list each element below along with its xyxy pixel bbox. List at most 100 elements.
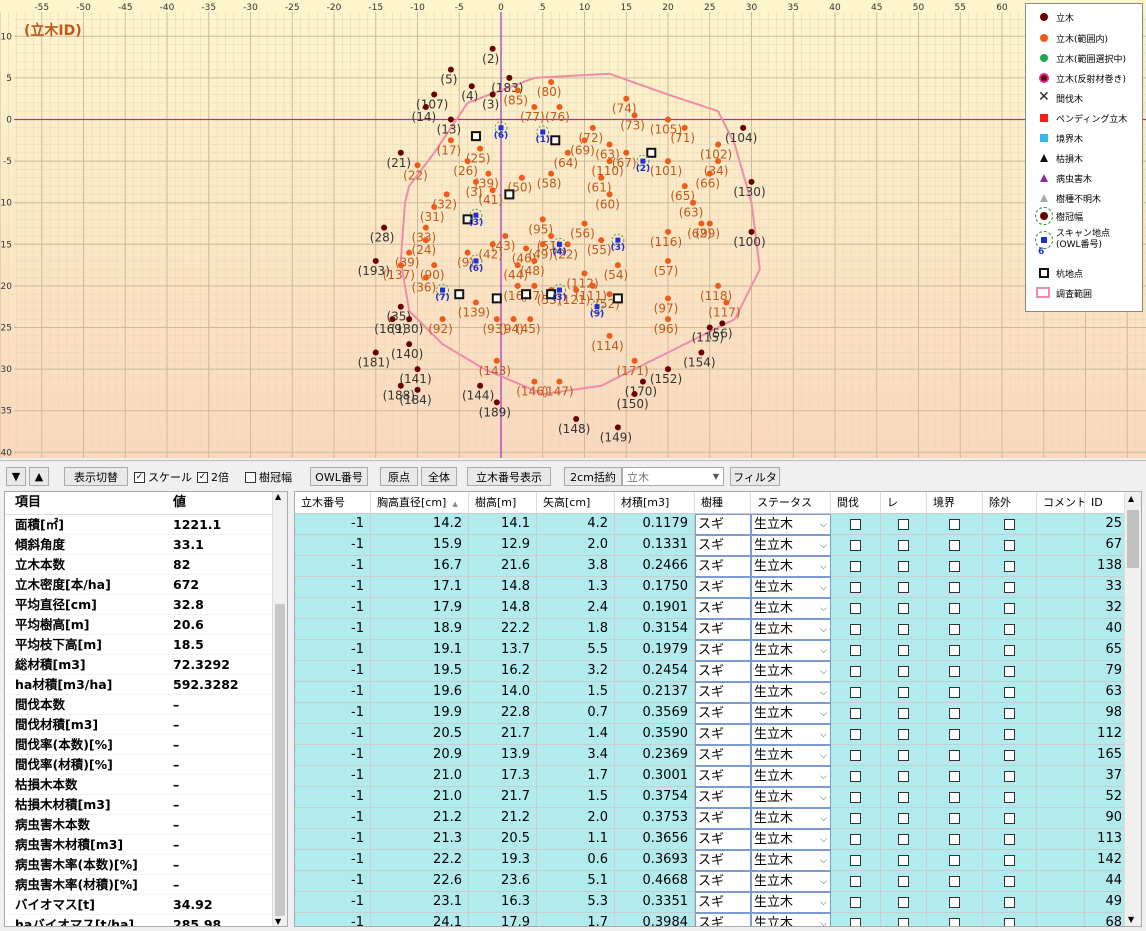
grid-column-header[interactable]: 樹高[m]: [469, 492, 537, 513]
species-select[interactable]: スギ: [695, 745, 751, 766]
scroll-up-button[interactable]: ▲: [29, 467, 49, 486]
boundary-checkbox[interactable]: [927, 850, 983, 871]
status-select[interactable]: 生立木 ⌵: [751, 913, 831, 926]
exclude-checkbox[interactable]: [983, 850, 1037, 871]
checkbox-icon[interactable]: [949, 896, 960, 908]
exclude-checkbox[interactable]: [983, 703, 1037, 724]
species-select[interactable]: スギ: [695, 871, 751, 892]
table-row[interactable]: -1 22.2 19.3 0.6 0.3693 スギ 生立木 ⌵ 142: [295, 850, 1127, 871]
tree-number-cell[interactable]: -1: [295, 619, 371, 640]
boundary-checkbox[interactable]: [927, 808, 983, 829]
boundary-checkbox[interactable]: [927, 577, 983, 598]
checkbox-icon[interactable]: [898, 833, 909, 845]
thinning-checkbox[interactable]: [831, 808, 881, 829]
boundary-checkbox[interactable]: [927, 892, 983, 913]
dbh-cell[interactable]: 16.7: [371, 556, 469, 577]
boundary-checkbox[interactable]: [927, 787, 983, 808]
checkbox-icon[interactable]: [898, 917, 909, 926]
volume-cell[interactable]: 0.3001: [615, 766, 695, 787]
checkbox-icon[interactable]: [949, 854, 960, 866]
boundary-checkbox[interactable]: [927, 598, 983, 619]
comment-cell[interactable]: [1037, 619, 1085, 640]
chevron-down-icon[interactable]: ⌵: [820, 536, 827, 555]
tree-type-dropdown[interactable]: 立木 ▼: [622, 467, 724, 486]
check-checkbox[interactable]: [881, 703, 927, 724]
thinning-checkbox[interactable]: [831, 913, 881, 926]
tree-number-cell[interactable]: -1: [295, 514, 371, 535]
status-select[interactable]: 生立木 ⌵: [751, 766, 831, 787]
bulk-2cm-button[interactable]: 2cm括約: [564, 467, 622, 486]
grid-column-header[interactable]: コメント: [1037, 492, 1085, 513]
bow-cell[interactable]: 1.3: [537, 577, 615, 598]
species-select[interactable]: スギ: [695, 640, 751, 661]
checkbox-icon[interactable]: [949, 875, 960, 887]
volume-cell[interactable]: 0.3984: [615, 913, 695, 926]
tree-number-cell[interactable]: -1: [295, 829, 371, 850]
dbh-cell[interactable]: 23.1: [371, 892, 469, 913]
thinning-checkbox[interactable]: [831, 577, 881, 598]
bow-cell[interactable]: 2.0: [537, 535, 615, 556]
checkbox-icon[interactable]: [898, 875, 909, 887]
dbh-cell[interactable]: 22.6: [371, 871, 469, 892]
table-row[interactable]: -1 19.9 22.8 0.7 0.3569 スギ 生立木 ⌵ 98: [295, 703, 1127, 724]
comment-cell[interactable]: [1037, 787, 1085, 808]
height-cell[interactable]: 13.9: [469, 745, 537, 766]
checkbox-icon[interactable]: [898, 812, 909, 824]
volume-cell[interactable]: 0.2454: [615, 661, 695, 682]
grid-column-header[interactable]: 立木番号: [295, 492, 371, 513]
height-cell[interactable]: 22.2: [469, 619, 537, 640]
check-checkbox[interactable]: [881, 514, 927, 535]
checkbox-icon[interactable]: [1004, 854, 1015, 866]
height-cell[interactable]: 14.0: [469, 682, 537, 703]
checkbox-icon[interactable]: [898, 623, 909, 635]
dbh-cell[interactable]: 24.1: [371, 913, 469, 926]
checkbox-icon[interactable]: [850, 728, 861, 740]
checkbox-icon[interactable]: [1004, 518, 1015, 530]
tree-number-cell[interactable]: -1: [295, 661, 371, 682]
checkbox-icon[interactable]: [898, 602, 909, 614]
dbh-cell[interactable]: 22.2: [371, 850, 469, 871]
check-checkbox[interactable]: [881, 808, 927, 829]
checkbox-icon[interactable]: [850, 602, 861, 614]
table-row[interactable]: -1 18.9 22.2 1.8 0.3154 スギ 生立木 ⌵ 40: [295, 619, 1127, 640]
bow-cell[interactable]: 1.4: [537, 724, 615, 745]
checkbox-icon[interactable]: [949, 812, 960, 824]
tree-number-display-button[interactable]: 立木番号表示: [467, 467, 551, 486]
grid-column-header[interactable]: 間伐: [831, 492, 881, 513]
chevron-down-icon[interactable]: ⌵: [820, 830, 827, 849]
comment-cell[interactable]: [1037, 829, 1085, 850]
height-cell[interactable]: 23.6: [469, 871, 537, 892]
bow-cell[interactable]: 3.4: [537, 745, 615, 766]
exclude-checkbox[interactable]: [983, 619, 1037, 640]
checkbox-icon[interactable]: [850, 581, 861, 593]
exclude-checkbox[interactable]: [983, 577, 1037, 598]
bow-cell[interactable]: 2.4: [537, 598, 615, 619]
checkbox-icon[interactable]: [850, 749, 861, 761]
check-checkbox[interactable]: [881, 682, 927, 703]
thinning-checkbox[interactable]: [831, 850, 881, 871]
boundary-checkbox[interactable]: [927, 640, 983, 661]
exclude-checkbox[interactable]: [983, 514, 1037, 535]
checkbox-icon[interactable]: [949, 560, 960, 572]
toggle-view-button[interactable]: 表示切替: [64, 467, 128, 486]
checkbox-icon[interactable]: [850, 854, 861, 866]
checkbox-icon[interactable]: [1004, 833, 1015, 845]
table-row[interactable]: -1 17.1 14.8 1.3 0.1750 スギ 生立木 ⌵ 33: [295, 577, 1127, 598]
check-checkbox[interactable]: [881, 535, 927, 556]
thinning-checkbox[interactable]: [831, 787, 881, 808]
thinning-checkbox[interactable]: [831, 724, 881, 745]
exclude-checkbox[interactable]: [983, 892, 1037, 913]
status-select[interactable]: 生立木 ⌵: [751, 535, 831, 556]
bow-cell[interactable]: 1.8: [537, 619, 615, 640]
height-cell[interactable]: 14.8: [469, 598, 537, 619]
comment-cell[interactable]: [1037, 703, 1085, 724]
checkbox-icon[interactable]: [898, 791, 909, 803]
thinning-checkbox[interactable]: [831, 745, 881, 766]
checkbox-icon[interactable]: [898, 539, 909, 551]
volume-cell[interactable]: 0.1979: [615, 640, 695, 661]
boundary-checkbox[interactable]: [927, 724, 983, 745]
checkbox-icon[interactable]: [949, 623, 960, 635]
checkbox-icon[interactable]: [949, 770, 960, 782]
checkbox-icon[interactable]: [850, 812, 861, 824]
volume-cell[interactable]: 0.1750: [615, 577, 695, 598]
